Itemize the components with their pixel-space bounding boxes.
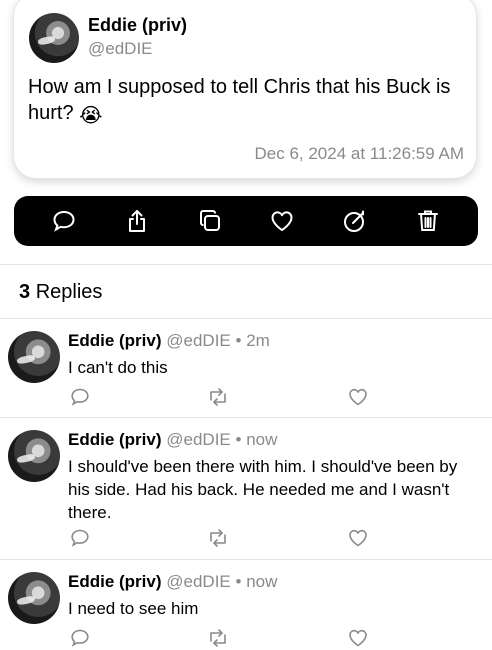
author-name[interactable]: Eddie (priv)	[88, 15, 187, 36]
reply-author-name[interactable]: Eddie (priv)	[68, 430, 162, 449]
reply-meta: Eddie (priv) @edDIE • 2m	[68, 331, 270, 351]
reply-author-handle[interactable]: @edDIE	[166, 572, 231, 591]
reply-repost-button[interactable]	[206, 385, 230, 409]
avatar[interactable]	[8, 430, 60, 482]
author-handle[interactable]: @edDIE	[88, 39, 153, 59]
replies-count: 3	[19, 281, 31, 303]
reply-meta: Eddie (priv) @edDIE • now	[68, 572, 277, 592]
share-button[interactable]	[122, 206, 152, 236]
replies-header: 3 Replies	[19, 281, 102, 304]
separator-dot: •	[235, 331, 242, 350]
share-icon	[128, 210, 145, 232]
speech-bubble-icon	[71, 529, 89, 547]
avatar[interactable]	[8, 331, 60, 383]
reply-like-button[interactable]	[346, 526, 370, 550]
reply-author-name[interactable]: Eddie (priv)	[68, 331, 162, 350]
reply-comment-button[interactable]	[68, 385, 92, 409]
reply-time: now	[246, 572, 278, 591]
reply-item[interactable]: Eddie (priv) @edDIE • 2m I can't do this	[0, 319, 492, 417]
separator-dot: •	[235, 572, 242, 591]
reply-time: now	[246, 430, 278, 449]
crying-face-emoji: 😭	[79, 105, 103, 127]
reply-button[interactable]	[49, 206, 79, 236]
delete-button[interactable]	[413, 206, 443, 236]
post-card: Eddie (priv) @edDIE How am I supposed to…	[14, 0, 476, 178]
heart-icon	[349, 629, 367, 647]
reply-comment-button[interactable]	[68, 626, 92, 650]
reply-comment-button[interactable]	[68, 526, 92, 550]
separator-dot: •	[235, 430, 242, 449]
post-text: How am I supposed to tell Chris that his…	[28, 74, 468, 129]
reply-author-handle[interactable]: @edDIE	[166, 430, 231, 449]
repost-icon	[210, 388, 226, 406]
reply-item[interactable]: Eddie (priv) @edDIE • now I need to see …	[0, 560, 492, 647]
like-button[interactable]	[267, 206, 297, 236]
repost-icon	[210, 629, 226, 647]
reply-author-name[interactable]: Eddie (priv)	[68, 572, 162, 591]
reply-like-button[interactable]	[346, 385, 370, 409]
reply-time: 2m	[246, 331, 270, 350]
reply-author-handle[interactable]: @edDIE	[166, 331, 231, 350]
avatar[interactable]	[29, 13, 79, 63]
reply-like-button[interactable]	[346, 626, 370, 650]
speech-bubble-icon	[71, 388, 89, 406]
reply-text: I need to see him	[68, 599, 199, 618]
reply-text: I should've been there with him. I shoul…	[68, 457, 458, 522]
reply-repost-button[interactable]	[206, 526, 230, 550]
repost-icon	[210, 529, 226, 547]
edit-icon	[343, 210, 364, 232]
heart-icon	[349, 388, 367, 406]
speech-bubble-icon	[71, 629, 89, 647]
edit-button[interactable]	[340, 206, 370, 236]
trash-icon	[417, 210, 438, 231]
reply-repost-button[interactable]	[206, 626, 230, 650]
heart-icon	[271, 211, 293, 231]
divider	[0, 264, 492, 265]
copy-button[interactable]	[195, 206, 225, 236]
reply-item[interactable]: Eddie (priv) @edDIE • now I should've be…	[0, 418, 492, 559]
post-timestamp: Dec 6, 2024 at 11:26:59 AM	[254, 144, 465, 163]
copy-icon	[199, 210, 220, 231]
action-bar	[14, 196, 478, 246]
reply-text: I can't do this	[68, 358, 168, 377]
heart-icon	[349, 529, 367, 547]
speech-bubble-icon	[53, 210, 75, 232]
reply-meta: Eddie (priv) @edDIE • now	[68, 430, 277, 450]
avatar[interactable]	[8, 572, 60, 624]
replies-label: Replies	[35, 281, 103, 303]
